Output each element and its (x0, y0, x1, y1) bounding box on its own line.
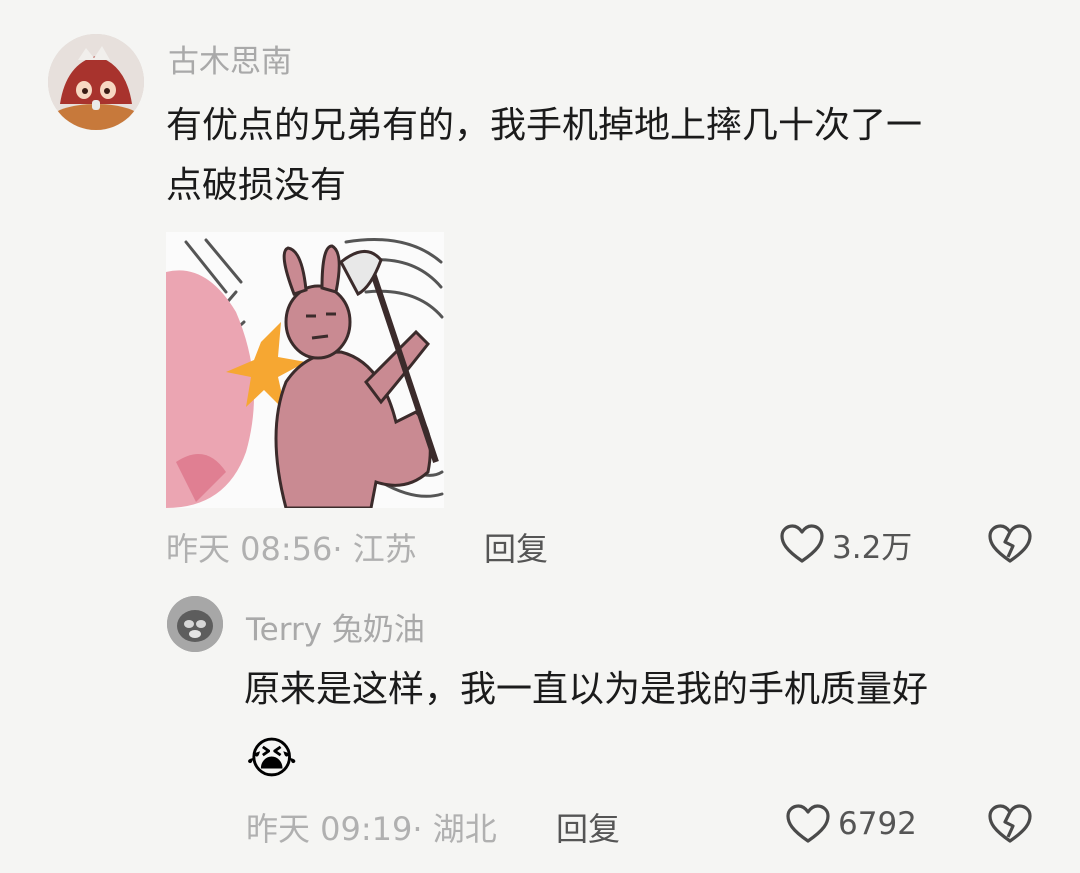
comment-location: · 江苏 (332, 530, 417, 568)
broken-heart-icon[interactable] (988, 524, 1032, 564)
comment-like-count: 3.2万 (832, 529, 913, 566)
reply-user-avatar[interactable] (167, 596, 223, 652)
comment-reply-button[interactable]: 回复 (484, 524, 548, 570)
reply-timestamp: 昨天 09:19 (246, 810, 413, 848)
reply-text: 原来是这样，我一直以为是我的手机质量好 (244, 669, 929, 710)
user-avatar[interactable] (48, 34, 144, 130)
reply-meta: 昨天 09:19· 湖北 (246, 804, 497, 850)
heart-outline-icon (780, 524, 824, 564)
avatar-image (167, 596, 223, 652)
reply-like-count: 6792 (838, 806, 917, 842)
comment-text-line: 点破损没有 (166, 165, 347, 206)
reply-reply-button[interactable]: 回复 (556, 804, 620, 850)
comment-text-line: 有优点的兄弟有的，我手机掉地上摔几十次了一 (166, 105, 923, 146)
avatar-image (48, 34, 144, 130)
comment-text: 有优点的兄弟有的，我手机掉地上摔几十次了一 点破损没有 (166, 96, 1046, 216)
reply-username[interactable]: Terry 兔奶油 (246, 604, 425, 649)
comment-username[interactable]: 古木思南 (168, 36, 292, 81)
comment-timestamp: 昨天 08:56 (166, 530, 333, 568)
comment-meta: 昨天 08:56· 江苏 (166, 524, 417, 570)
comment-like-button[interactable]: 3.2万 (780, 520, 912, 568)
reply-like-button[interactable]: 6792 (786, 800, 917, 848)
heart-outline-icon (786, 804, 830, 844)
broken-heart-icon[interactable] (988, 804, 1032, 844)
reply-location: · 湖北 (412, 810, 497, 848)
crying-face-icon: 😭 (246, 733, 298, 784)
comment-sticker-image[interactable] (166, 232, 444, 508)
